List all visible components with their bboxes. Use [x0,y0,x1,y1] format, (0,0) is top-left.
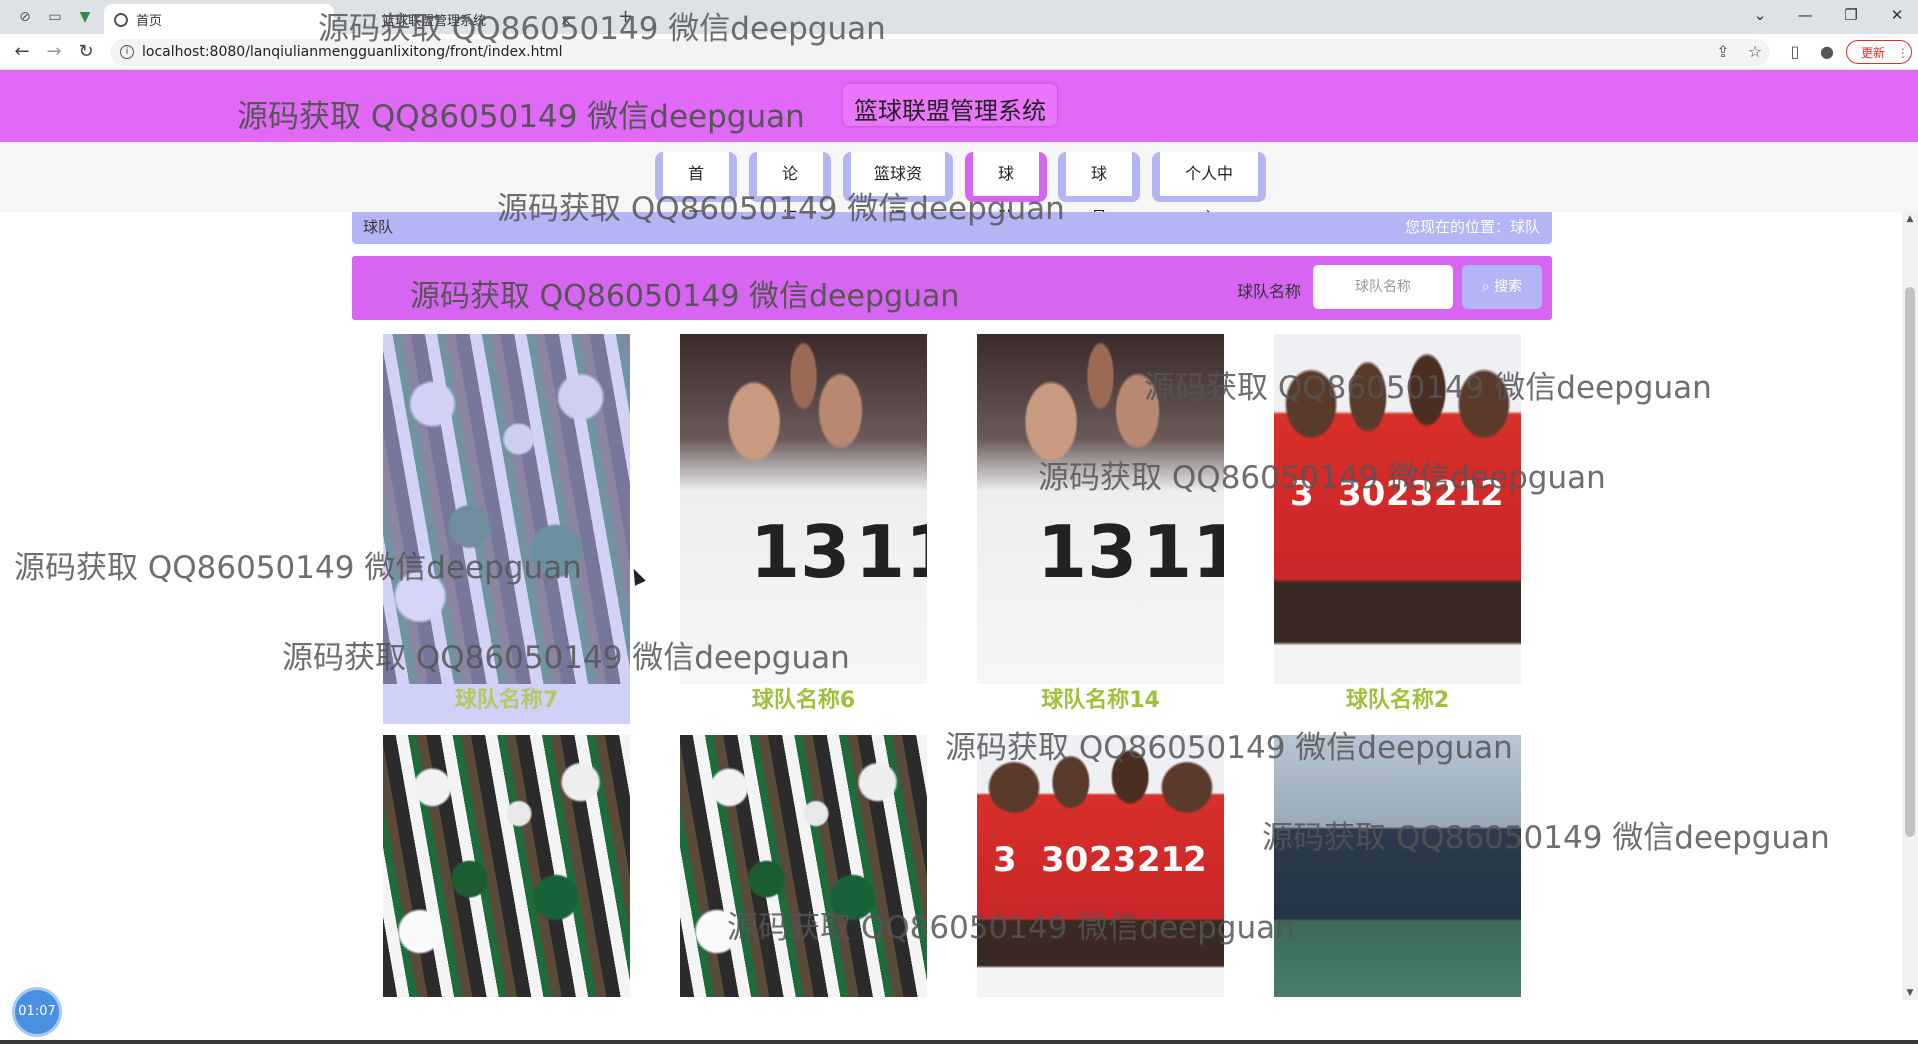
team-photo[interactable]: 3 30 23 21 2 [1274,334,1521,684]
site-header: 源码获取 QQ86050149 微信deepguan 篮球联盟管理系统 [0,70,1918,142]
update-button[interactable]: 更新 ⋮ [1846,40,1912,64]
address-bar[interactable]: i localhost:8080/lanqiulianmengguanlixit… [110,39,1770,66]
scroll-down-icon[interactable]: ▼ [1902,988,1918,998]
team-photo[interactable] [680,735,927,997]
scrollbar-thumb[interactable] [1905,287,1915,837]
tab-system[interactable]: 篮球联盟管理系统 × [372,4,582,34]
minimize-button[interactable]: — [1790,6,1820,24]
tab-title: 首页 [136,14,163,29]
search-watermark: 源码获取 QQ86050149 微信deepguan [410,279,960,314]
team-photo[interactable] [1274,735,1521,997]
team-card[interactable]: 1311 球队名称6 [680,334,927,724]
search-bar: 源码获取 QQ86050149 微信deepguan 球队名称 ⌕ 搜索 [352,256,1552,320]
tab-search-icon[interactable]: ⌄ [1745,6,1775,24]
back-icon[interactable]: ← [10,41,34,63]
nav-players[interactable]: 球员 [1058,152,1140,227]
scroll-up-icon[interactable]: ▲ [1902,214,1918,224]
profile-icon[interactable]: ● [1816,42,1838,61]
tab-title: 篮球联盟管理系统 [382,14,487,29]
team-name[interactable]: 球队名称7 [383,684,630,724]
team-photo[interactable]: 3 30 23 21 2 [977,735,1224,997]
pinned-tab-icon[interactable]: ⊘ [14,7,36,27]
tab-home[interactable]: 首页 [104,4,334,34]
team-card[interactable]: 球队名称7 [383,334,630,724]
search-button-label: 搜索 [1494,279,1523,295]
team-photo[interactable] [383,735,630,997]
team-card[interactable] [680,735,927,997]
vue-tab-icon[interactable]: ▼ [74,7,96,27]
team-name[interactable]: 球队名称6 [680,684,927,724]
page-scrollbar[interactable]: ▲ ▼ [1902,212,1918,1000]
url-text: localhost:8080/lanqiulianmengguanlixiton… [142,44,563,60]
team-card[interactable]: 13 11 球队名称14 [977,334,1224,724]
page-title: 球队 [363,218,394,236]
restore-button[interactable]: ❐ [1836,6,1866,24]
main-nav: 首页 论坛 篮球资讯 球队 球员 个人中心 [0,142,1918,227]
mouse-cursor-icon [628,566,646,586]
address-toolbar: ← → ↻ i localhost:8080/lanqiulianmenggua… [0,34,1918,70]
share-icon[interactable]: ⇪ [1712,42,1734,61]
reload-icon[interactable]: ↻ [74,41,98,63]
team-card[interactable]: 3 30 23 21 2 球队名称2 [1274,334,1521,724]
nav-news[interactable]: 篮球资讯 [843,152,953,227]
site-info-icon[interactable]: i [120,45,134,59]
nav-profile[interactable]: 个人中心 [1152,152,1266,227]
browser-tab-strip: ⊘ ▭ ▼ 首页 篮球联盟管理系统 × + ⌄ — ❐ ✕ [0,0,1918,34]
team-card[interactable]: 3 30 23 21 2 [977,735,1224,997]
taskbar-edge [0,1040,1918,1044]
pinned-tab-icon[interactable]: ▭ [44,7,66,27]
team-name[interactable]: 球队名称2 [1274,684,1521,724]
team-card[interactable] [383,735,630,997]
team-photo[interactable]: 1311 [977,334,1224,684]
search-label: 球队名称 [1237,282,1302,301]
header-watermark: 源码获取 QQ86050149 微信deepguan [237,99,805,135]
recording-timer: 01:07 [15,990,59,1034]
menu-icon: ⋮ [1896,46,1909,60]
nav-home[interactable]: 首页 [655,152,737,227]
close-window-button[interactable]: ✕ [1882,6,1912,24]
globe-icon [114,13,128,27]
current-location: 您现在的位置：球队 [1404,218,1540,236]
side-panel-icon[interactable]: ▯ [1784,42,1806,61]
team-name-search-input[interactable] [1313,265,1453,309]
team-photo[interactable] [383,334,630,684]
team-photo[interactable]: 1311 [680,334,927,684]
team-card[interactable] [1274,735,1521,997]
team-name[interactable]: 球队名称14 [977,684,1224,724]
new-tab-button[interactable]: + [618,6,633,27]
search-icon: ⌕ [1481,279,1490,295]
forward-icon[interactable]: → [42,41,66,63]
tab-close-icon[interactable]: × [560,13,572,29]
nav-teams[interactable]: 球队 [965,152,1047,227]
breadcrumb: 球队 您现在的位置：球队 [352,212,1552,244]
bookmark-star-icon[interactable]: ☆ [1744,42,1766,61]
site-title: 篮球联盟管理系统 [843,84,1057,126]
nav-forum[interactable]: 论坛 [749,152,831,227]
search-button[interactable]: ⌕ 搜索 [1462,265,1542,309]
